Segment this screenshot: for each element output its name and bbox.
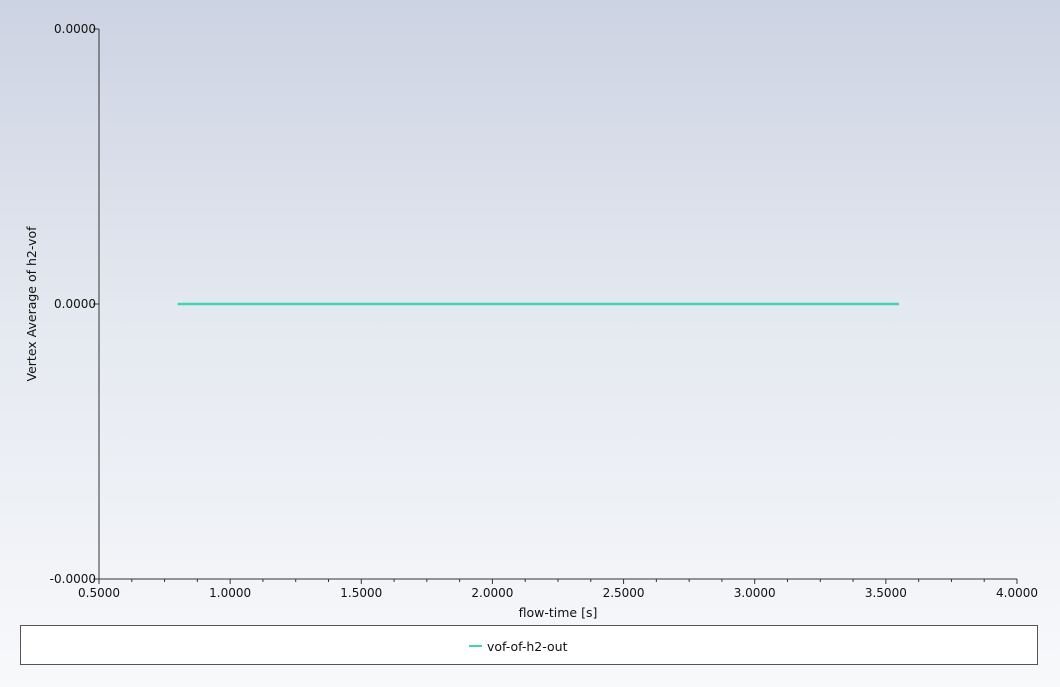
x-tick-label: 0.5000 <box>78 586 120 600</box>
x-tick-label: 2.5000 <box>603 586 645 600</box>
legend-swatch <box>469 645 482 647</box>
y-tick-label: 0.0000 <box>54 297 96 311</box>
x-tick-label: 4.0000 <box>996 586 1038 600</box>
y-tick-label: 0.0000 <box>54 22 96 36</box>
x-tick-label: 2.0000 <box>471 586 513 600</box>
x-tick-label: 3.0000 <box>734 586 776 600</box>
x-axis-title: flow-time [s] <box>519 605 598 620</box>
x-tick-label: 1.5000 <box>340 586 382 600</box>
x-tick-label: 3.5000 <box>865 586 907 600</box>
y-axis-title: Vertex Average of h2-vof <box>24 226 39 382</box>
legend-entry: vof-of-h2-out <box>469 637 567 655</box>
legend: vof-of-h2-out <box>20 625 1038 665</box>
x-tick-label: 1.0000 <box>209 586 251 600</box>
y-ticks: 0.0000 0.0000 -0.0000 <box>50 22 99 586</box>
chart-plot: 0.0000 0.0000 -0.0000 0.5000 1.0000 1.5000 2.… <box>24 22 1038 620</box>
y-tick-label: -0.0000 <box>50 572 96 586</box>
legend-label: vof-of-h2-out <box>487 638 568 654</box>
x-ticks: 0.5000 1.0000 1.5000 2.0000 2.5000 3.0000 3.50… <box>78 579 1038 600</box>
